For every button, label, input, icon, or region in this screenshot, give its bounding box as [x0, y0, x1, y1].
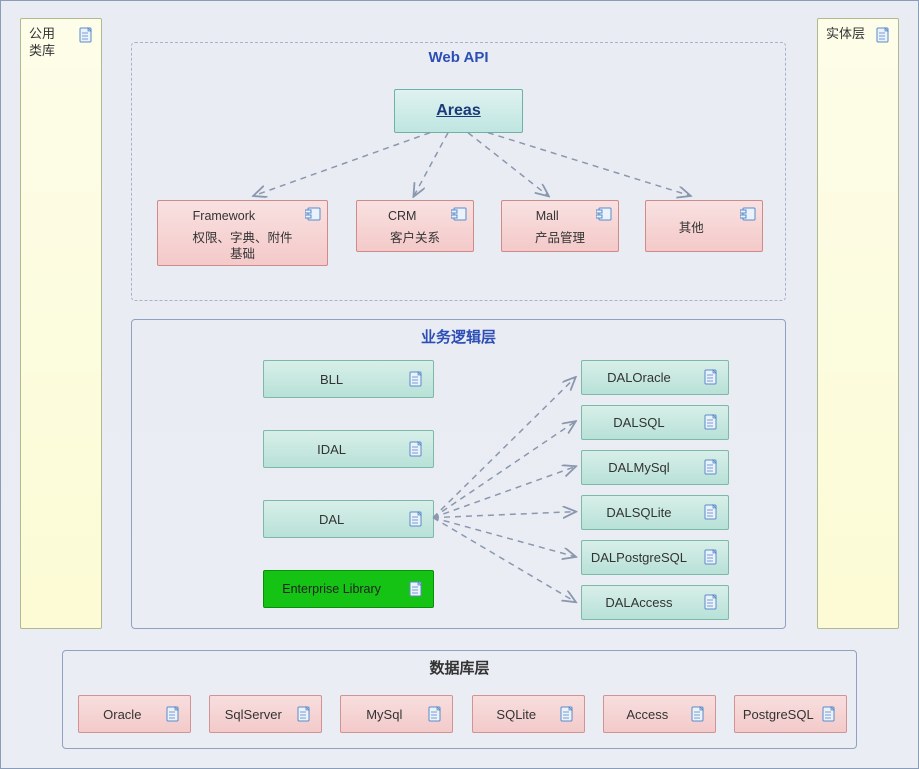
box-label: DALMySql — [582, 451, 696, 484]
db-oracle: Oracle — [78, 695, 191, 733]
entity-layer-label: 实体层 — [826, 25, 865, 42]
db-label: MySql — [341, 696, 428, 732]
document-icon — [704, 549, 718, 565]
box-label: DALAccess — [582, 586, 696, 619]
component-title: 其他 — [646, 217, 736, 236]
diagram-canvas: 公用 类库 实体层 Web API Areas Framework 权限、字典、… — [0, 0, 919, 769]
box-label: DALSQL — [582, 406, 696, 439]
box-label: DALPostgreSQL — [582, 541, 696, 574]
document-icon — [166, 706, 180, 722]
document-icon — [704, 369, 718, 385]
document-icon — [704, 459, 718, 475]
document-icon — [409, 371, 423, 387]
db-access: Access — [603, 695, 716, 733]
db-postgresql: PostgreSQL — [734, 695, 847, 733]
component-icon — [740, 207, 756, 221]
db-label: Access — [604, 696, 691, 732]
box-idal: IDAL — [263, 430, 434, 468]
component-title: Framework — [158, 209, 290, 223]
box-dal: DAL — [263, 500, 434, 538]
box-bll: BLL — [263, 360, 434, 398]
box-dalpostgresql: DALPostgreSQL — [581, 540, 729, 575]
component-subtitle2: 基础 — [158, 243, 327, 262]
component-framework: Framework 权限、字典、附件 基础 — [157, 200, 328, 266]
document-icon — [704, 414, 718, 430]
document-icon — [79, 27, 93, 43]
document-icon — [428, 706, 442, 722]
box-dalaccess: DALAccess — [581, 585, 729, 620]
component-crm: CRM 客户关系 — [356, 200, 474, 252]
document-icon — [560, 706, 574, 722]
component-title: CRM — [357, 209, 447, 223]
document-icon — [297, 706, 311, 722]
box-label: IDAL — [264, 431, 399, 467]
box-daloracle: DALOracle — [581, 360, 729, 395]
component-mall: Mall 产品管理 — [501, 200, 619, 252]
webapi-title: Web API — [132, 49, 785, 66]
document-icon — [876, 27, 890, 43]
box-label: Enterprise Library — [264, 571, 399, 607]
bll-title: 业务逻辑层 — [132, 326, 785, 347]
box-dalmysql: DALMySql — [581, 450, 729, 485]
document-icon — [691, 706, 705, 722]
common-library-column: 公用 类库 — [20, 18, 102, 629]
document-icon — [409, 511, 423, 527]
component-icon — [596, 207, 612, 221]
db-label: SQLite — [473, 696, 560, 732]
box-enterprise-library: Enterprise Library — [263, 570, 434, 608]
component-title: Mall — [502, 209, 592, 223]
db-label: SqlServer — [210, 696, 297, 732]
box-dalsqlite: DALSQLite — [581, 495, 729, 530]
common-library-label: 公用 类库 — [29, 25, 55, 59]
component-icon — [305, 207, 321, 221]
document-icon — [409, 441, 423, 457]
box-dalsql: DALSQL — [581, 405, 729, 440]
db-label: PostgreSQL — [735, 696, 822, 732]
component-other: 其他 — [645, 200, 763, 252]
box-label: DAL — [264, 501, 399, 537]
db-sqlite: SQLite — [472, 695, 585, 733]
document-icon — [822, 706, 836, 722]
db-sqlserver: SqlServer — [209, 695, 322, 733]
component-subtitle: 产品管理 — [502, 227, 618, 246]
box-label: DALOracle — [582, 361, 696, 394]
db-title: 数据库层 — [63, 657, 856, 678]
box-label: DALSQLite — [582, 496, 696, 529]
box-label: BLL — [264, 361, 399, 397]
areas-label: Areas — [436, 102, 480, 119]
db-mysql: MySql — [340, 695, 453, 733]
document-icon — [704, 594, 718, 610]
entity-layer-column: 实体层 — [817, 18, 899, 629]
db-label: Oracle — [79, 696, 166, 732]
document-icon — [409, 581, 423, 597]
component-icon — [451, 207, 467, 221]
areas-box: Areas — [394, 89, 523, 133]
document-icon — [704, 504, 718, 520]
component-subtitle: 客户关系 — [357, 227, 473, 246]
